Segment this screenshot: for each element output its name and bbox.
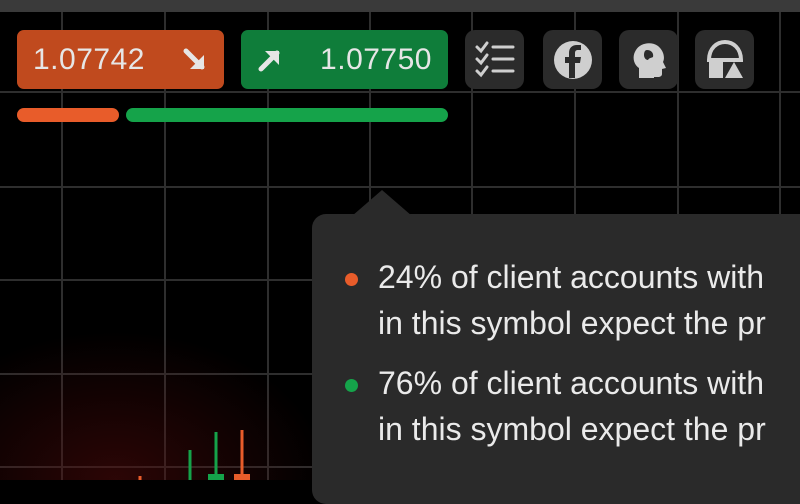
- buy-sentiment-line1: 76% of client accounts with: [378, 365, 764, 401]
- candle-body: [234, 474, 250, 480]
- buy-price: 1.07750: [320, 42, 432, 76]
- shapes-button[interactable]: [695, 30, 754, 89]
- facebook-button[interactable]: [543, 30, 602, 89]
- buy-sentiment-line2: in this symbol expect the pr: [378, 411, 766, 447]
- sell-price: 1.07742: [33, 42, 145, 76]
- sell-button[interactable]: 1.07742: [17, 30, 224, 89]
- buy-button[interactable]: 1.07750: [241, 30, 448, 89]
- sell-dot: [345, 273, 358, 286]
- arrow-up-right-icon: [257, 47, 283, 73]
- sell-sentiment-line2: in this symbol expect the pr: [378, 305, 766, 341]
- candle-body: [208, 474, 224, 480]
- facebook-icon: [551, 38, 595, 82]
- checklist-button[interactable]: [465, 30, 524, 89]
- buy-dot: [345, 379, 358, 392]
- sell-sentiment-line1: 24% of client accounts with: [378, 259, 764, 295]
- profile-button[interactable]: [619, 30, 678, 89]
- shapes-icon: [703, 38, 747, 82]
- tooltip-pointer: [352, 190, 412, 216]
- head-profile-icon: [627, 38, 671, 82]
- buy-sentiment-bar: [126, 108, 448, 122]
- sentiment-tooltip: 24% of client accounts with in this symb…: [312, 190, 800, 504]
- sell-sentiment-bar: [17, 108, 119, 122]
- checklist-icon: [473, 38, 517, 82]
- arrow-down-right-icon: [182, 47, 208, 73]
